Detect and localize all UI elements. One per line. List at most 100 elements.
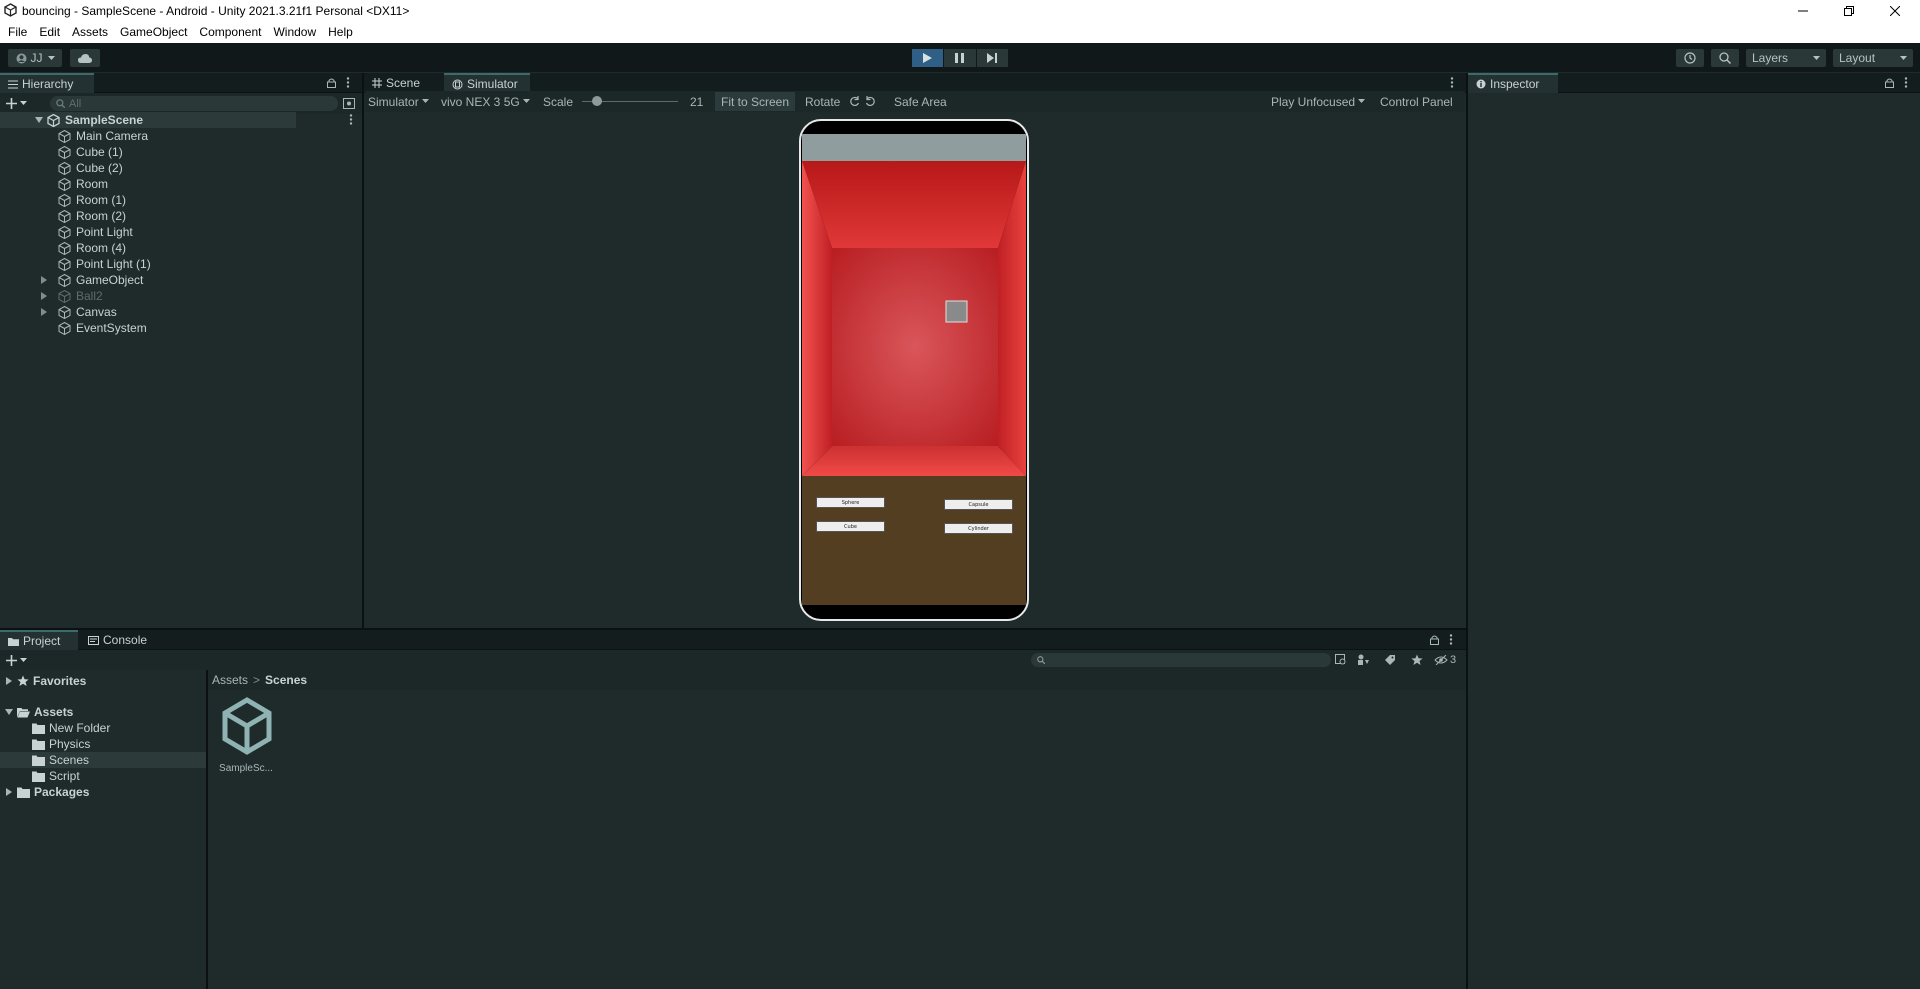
control-panel-button[interactable]: Control Panel: [1380, 91, 1453, 112]
simulator-icon: [452, 79, 463, 89]
collapsed-arrow-icon[interactable]: [5, 788, 13, 796]
scene-asset[interactable]: SampleSc...: [218, 697, 274, 787]
create-dropdown[interactable]: [6, 96, 32, 110]
scale-slider-handle[interactable]: [592, 96, 602, 106]
favorite-star-icon[interactable]: [1411, 654, 1423, 666]
hierarchy-item[interactable]: Room (4): [0, 240, 296, 256]
expanded-arrow-icon[interactable]: [35, 116, 43, 124]
create-asset-dropdown[interactable]: [6, 653, 32, 667]
play-controls: [912, 49, 1008, 67]
cloud-button[interactable]: [70, 49, 100, 67]
hierarchy-item[interactable]: Room (1): [0, 192, 296, 208]
capsule-button[interactable]: Capsule: [944, 499, 1013, 510]
account-dropdown[interactable]: JJ: [8, 49, 62, 67]
rotate-left-icon[interactable]: [849, 96, 860, 107]
tab-simulator[interactable]: Simulator: [444, 73, 530, 93]
menu-window[interactable]: Window: [269, 25, 324, 39]
chevron-down-icon: [1900, 55, 1907, 60]
more-options-icon[interactable]: [1449, 634, 1453, 645]
hierarchy-item[interactable]: Canvas: [0, 304, 296, 320]
menu-component[interactable]: Component: [195, 25, 269, 39]
minimize-button[interactable]: [1780, 0, 1826, 21]
favorites-row[interactable]: Favorites: [0, 673, 206, 689]
collapsed-arrow-icon[interactable]: [40, 276, 48, 284]
more-options-icon[interactable]: [1450, 77, 1454, 88]
safe-area-toggle[interactable]: Safe Area: [890, 91, 951, 112]
breadcrumb-root[interactable]: Assets: [212, 673, 248, 687]
asset-folder-item[interactable]: Script: [0, 768, 206, 784]
menu-assets[interactable]: Assets: [68, 25, 116, 39]
close-button[interactable]: [1872, 0, 1918, 21]
menu-gameobject[interactable]: GameObject: [116, 25, 195, 39]
search-icon: [56, 99, 65, 108]
restore-button[interactable]: [1826, 0, 1872, 21]
undo-history-button[interactable]: [1676, 49, 1704, 67]
packages-row[interactable]: Packages: [0, 784, 206, 800]
hierarchy-item[interactable]: Room (2): [0, 208, 296, 224]
project-search-input[interactable]: [1031, 653, 1331, 667]
tab-hierarchy[interactable]: Hierarchy: [0, 73, 94, 93]
search-by-type-icon[interactable]: [1335, 654, 1347, 666]
breadcrumb-current[interactable]: Scenes: [265, 673, 307, 687]
hierarchy-item[interactable]: Point Light (1): [0, 256, 296, 272]
scene-visibility-icon[interactable]: [343, 98, 355, 109]
lock-icon[interactable]: [1885, 78, 1894, 88]
folder-icon: [32, 723, 45, 734]
window-title-bar: bouncing - SampleScene - Android - Unity…: [0, 0, 1920, 21]
label-icon[interactable]: [1384, 654, 1396, 666]
device-dropdown[interactable]: vivo NEX 3 5G: [441, 91, 530, 112]
hierarchy-search-input[interactable]: All: [50, 96, 338, 111]
gameobject-cube-icon: [58, 257, 71, 271]
tab-project[interactable]: Project: [0, 630, 78, 650]
hierarchy-item[interactable]: Room: [0, 176, 296, 192]
packages-label: Packages: [34, 785, 90, 799]
more-options-icon[interactable]: [1904, 77, 1908, 88]
hierarchy-item[interactable]: Point Light: [0, 224, 296, 240]
rotate-right-icon[interactable]: [865, 96, 876, 107]
collapsed-arrow-icon[interactable]: [40, 308, 48, 316]
hierarchy-item[interactable]: Ball2: [0, 288, 296, 304]
asset-folder-item[interactable]: New Folder: [0, 720, 206, 736]
hierarchy-item-label: Canvas: [76, 305, 117, 319]
game-view[interactable]: Sphere Capsule Cube Cylinder: [802, 134, 1026, 605]
hierarchy-item[interactable]: Cube (2): [0, 160, 296, 176]
hierarchy-scene-row[interactable]: SampleScene: [0, 112, 353, 128]
cube-button[interactable]: Cube: [816, 521, 885, 532]
layers-dropdown[interactable]: Layers: [1746, 49, 1826, 67]
layout-dropdown[interactable]: Layout: [1833, 49, 1913, 67]
search-button[interactable]: [1711, 49, 1739, 67]
lock-icon[interactable]: [1430, 635, 1439, 645]
tab-scene[interactable]: Scene: [364, 73, 442, 93]
play-mode-dropdown[interactable]: Play Unfocused: [1271, 91, 1366, 112]
hierarchy-item[interactable]: GameObject: [0, 272, 296, 288]
view-dropdown[interactable]: Simulator: [368, 91, 429, 112]
chevron-down-icon: [20, 657, 27, 662]
menu-edit[interactable]: Edit: [35, 25, 68, 39]
lock-icon[interactable]: [327, 78, 336, 88]
hierarchy-item[interactable]: Cube (1): [0, 144, 296, 160]
hierarchy-item[interactable]: Main Camera: [0, 128, 296, 144]
play-button[interactable]: [912, 49, 944, 67]
filter-type-icon[interactable]: [1357, 654, 1369, 666]
asset-folder-item[interactable]: Physics: [0, 736, 206, 752]
assets-row[interactable]: Assets: [0, 704, 206, 720]
tab-console[interactable]: Console: [80, 630, 160, 650]
hierarchy-item[interactable]: EventSystem: [0, 320, 296, 336]
menu-help[interactable]: Help: [324, 25, 361, 39]
tab-inspector[interactable]: Inspector: [1468, 73, 1558, 93]
sphere-button[interactable]: Sphere: [816, 497, 885, 508]
more-options-icon[interactable]: [349, 114, 353, 125]
more-options-icon[interactable]: [346, 77, 350, 88]
collapsed-arrow-icon[interactable]: [40, 292, 48, 300]
tab-scene-label: Scene: [386, 76, 421, 90]
pause-button[interactable]: [944, 49, 976, 67]
hidden-packages-toggle[interactable]: 3: [1434, 652, 1456, 668]
menu-file[interactable]: File: [4, 25, 35, 39]
cylinder-button[interactable]: Cylinder: [944, 523, 1013, 534]
asset-folder-item[interactable]: Scenes: [0, 752, 206, 768]
expanded-arrow-icon[interactable]: [5, 708, 13, 716]
collapsed-arrow-icon[interactable]: [5, 677, 13, 685]
fit-to-screen-button[interactable]: Fit to Screen: [715, 92, 796, 111]
step-button[interactable]: [976, 49, 1008, 67]
chevron-down-icon: [522, 99, 530, 103]
